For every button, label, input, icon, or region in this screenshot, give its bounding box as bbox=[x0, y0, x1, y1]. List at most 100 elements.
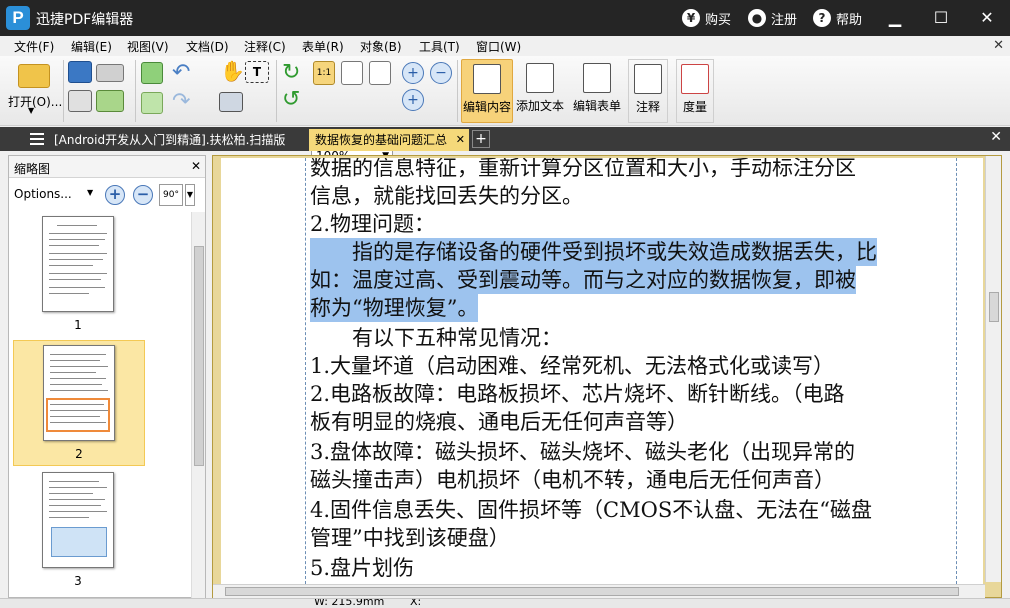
folder-icon bbox=[18, 64, 50, 88]
thumbnail-panel: 缩略图 ✕ Options... ▼ + − 90° ▼ 1 2 3 bbox=[8, 155, 206, 598]
dropdown-arrow-icon: ▼ bbox=[28, 106, 35, 115]
options-dropdown[interactable]: Options... bbox=[14, 187, 72, 201]
menu-window[interactable]: 窗口(W) bbox=[476, 38, 521, 55]
thumb-zoom-out-icon[interactable]: − bbox=[133, 185, 153, 205]
user-icon: ● bbox=[748, 9, 766, 27]
horizontal-scrollbar[interactable] bbox=[213, 584, 985, 598]
rotate-counterclockwise-icon[interactable]: ↺ bbox=[282, 89, 304, 111]
document-viewer: 数据的信息特征，重新计算分区位置和大小，手动标注分区 信息，就能找回丢失的分区。… bbox=[212, 155, 1002, 598]
rotate-clockwise-icon[interactable]: ↻ bbox=[282, 62, 304, 84]
printer-icon[interactable] bbox=[68, 90, 92, 112]
thumbnail-page-1[interactable]: 1 bbox=[13, 212, 145, 338]
menu-tools[interactable]: 工具(T) bbox=[419, 38, 460, 55]
text-line[interactable]: 板有明显的烧痕、通电后无任何声音等） bbox=[310, 408, 688, 436]
measure-icon bbox=[681, 64, 709, 94]
print-setup-icon[interactable] bbox=[96, 64, 124, 82]
menu-view[interactable]: 视图(V) bbox=[127, 38, 169, 55]
text-line[interactable]: 2.物理问题： bbox=[310, 210, 435, 238]
actual-size-icon[interactable]: 1:1 bbox=[313, 61, 335, 85]
text-line[interactable]: 5.盘片划伤 bbox=[310, 554, 414, 582]
selected-text-line[interactable]: 如：温度过高、受到震动等。而与之对应的数据恢复，即被 bbox=[310, 266, 856, 294]
zoom-marquee-icon[interactable]: + bbox=[402, 89, 424, 111]
menu-form[interactable]: 表单(R) bbox=[302, 38, 344, 55]
rotate-thumb-icon[interactable]: 90° bbox=[159, 184, 183, 206]
page-preview bbox=[43, 345, 115, 441]
dropdown-arrow-icon[interactable]: ▼ bbox=[185, 184, 195, 206]
edit-content-button[interactable]: 编辑内容 bbox=[461, 59, 513, 123]
annotate-icon bbox=[634, 64, 662, 94]
title-bar: P 迅捷PDF编辑器 ¥ 购买 ● 注册 ? 帮助 ▁ ☐ ✕ bbox=[0, 0, 1010, 36]
menu-edit[interactable]: 编辑(E) bbox=[71, 38, 112, 55]
text-edit-frame[interactable]: 数据的信息特征，重新计算分区位置和大小，手动标注分区 信息，就能找回丢失的分区。… bbox=[305, 158, 957, 584]
edit-content-icon bbox=[473, 64, 501, 94]
document-page[interactable]: 数据的信息特征，重新计算分区位置和大小，手动标注分区 信息，就能找回丢失的分区。… bbox=[221, 158, 983, 584]
thumbnail-page-3[interactable]: 3 bbox=[13, 468, 145, 594]
close-all-tabs-icon[interactable]: ✕ bbox=[990, 129, 1002, 145]
zoom-in-icon[interactable]: + bbox=[402, 62, 424, 84]
hand-tool-icon[interactable]: ✋ bbox=[220, 60, 245, 84]
export-icon[interactable] bbox=[141, 92, 163, 114]
buy-button[interactable]: ¥ 购买 bbox=[682, 8, 731, 28]
add-text-button[interactable]: 添加文本 bbox=[514, 59, 566, 123]
annotate-button[interactable]: 注释 bbox=[628, 59, 668, 123]
dropdown-arrow-icon: ▼ bbox=[87, 188, 94, 197]
app-title: 迅捷PDF编辑器 bbox=[36, 12, 134, 28]
help-button[interactable]: ? 帮助 bbox=[813, 8, 862, 28]
text-line[interactable]: 信息，就能找回丢失的分区。 bbox=[310, 182, 583, 210]
save-icon[interactable] bbox=[68, 61, 92, 83]
panel-title: 缩略图 bbox=[14, 162, 51, 176]
register-button[interactable]: ● 注册 bbox=[748, 8, 797, 28]
vertical-scrollbar[interactable] bbox=[985, 156, 1001, 582]
fit-width-icon[interactable] bbox=[369, 61, 391, 85]
minimize-button[interactable]: ▁ bbox=[872, 0, 918, 36]
selected-text-line[interactable]: 称为“物理恢复”。 bbox=[310, 294, 479, 322]
page-width-readout: W: 215.9mm bbox=[314, 598, 385, 608]
text-line[interactable]: 3.盘体故障：磁头损坏、磁头烧坏、磁头老化（出现异常的 bbox=[310, 438, 855, 466]
zoom-out-icon[interactable]: − bbox=[430, 62, 452, 84]
menu-comment[interactable]: 注释(C) bbox=[244, 38, 286, 55]
select-text-icon[interactable]: T bbox=[245, 61, 269, 83]
thumb-zoom-in-icon[interactable]: + bbox=[105, 185, 125, 205]
email-icon[interactable] bbox=[96, 90, 124, 112]
import-icon[interactable] bbox=[141, 62, 163, 84]
text-line[interactable]: 有以下五种常见情况： bbox=[310, 324, 562, 352]
thumbnail-list: 1 2 3 bbox=[9, 212, 191, 598]
yen-icon: ¥ bbox=[682, 9, 700, 27]
add-text-icon bbox=[526, 63, 554, 93]
redo-icon[interactable]: ↷ bbox=[172, 91, 200, 113]
close-button[interactable]: ✕ bbox=[964, 0, 1010, 36]
thumbnail-scrollbar[interactable] bbox=[191, 212, 205, 598]
page-preview bbox=[42, 472, 114, 568]
menu-document[interactable]: 文档(D) bbox=[186, 38, 229, 55]
tab-close-icon[interactable]: ✕ bbox=[456, 129, 465, 151]
text-line[interactable]: 数据的信息特征，重新计算分区位置和大小，手动标注分区 bbox=[310, 158, 856, 182]
text-line[interactable]: 管理”中找到该硬盘） bbox=[310, 524, 510, 552]
cursor-x-readout: X: bbox=[410, 598, 422, 608]
status-bar: W: 215.9mm X: bbox=[0, 598, 1010, 608]
text-line[interactable]: 4.固件信息丢失、固件损坏等（CMOS不认盘、无法在“磁盘 bbox=[310, 496, 872, 524]
new-tab-button[interactable]: + bbox=[472, 130, 490, 148]
app-logo: P bbox=[6, 6, 30, 30]
help-icon: ? bbox=[813, 9, 831, 27]
document-close-icon[interactable]: ✕ bbox=[993, 38, 1004, 53]
open-button[interactable]: 打开(O)... ▼ bbox=[8, 62, 62, 120]
text-line[interactable]: 1.大量坏道（启动困难、经常死机、无法格式化或读写） bbox=[310, 352, 834, 380]
image-preview bbox=[51, 527, 107, 557]
maximize-button[interactable]: ☐ bbox=[918, 0, 964, 36]
edit-form-button[interactable]: 编辑表单 bbox=[570, 59, 624, 123]
undo-icon[interactable]: ↶ bbox=[172, 62, 200, 84]
text-line[interactable]: 2.电路板故障：电路板损坏、芯片烧坏、断针断线。（电路 bbox=[310, 380, 845, 408]
menu-object[interactable]: 对象(B) bbox=[360, 38, 402, 55]
menu-file[interactable]: 文件(F) bbox=[14, 38, 54, 55]
edit-form-icon bbox=[583, 63, 611, 93]
tab-list-icon[interactable] bbox=[30, 133, 44, 145]
measure-button[interactable]: 度量 bbox=[676, 59, 714, 123]
tab-android-book[interactable]: [Android开发从入门到精通].扶松柏.扫描版 bbox=[48, 129, 304, 151]
snapshot-icon[interactable] bbox=[219, 92, 243, 112]
text-line[interactable]: 磁头撞击声）电机损坏（电机不转，通电后无任何声音） bbox=[310, 466, 835, 494]
fit-page-icon[interactable] bbox=[341, 61, 363, 85]
thumbnail-page-2[interactable]: 2 bbox=[13, 340, 145, 466]
selected-text-line[interactable]: 指的是存储设备的硬件受到损坏或失效造成数据丢失，比 bbox=[310, 238, 877, 266]
tab-data-recovery[interactable]: 数据恢复的基础问题汇总 ✕ bbox=[309, 129, 469, 151]
panel-close-icon[interactable]: ✕ bbox=[191, 159, 201, 173]
